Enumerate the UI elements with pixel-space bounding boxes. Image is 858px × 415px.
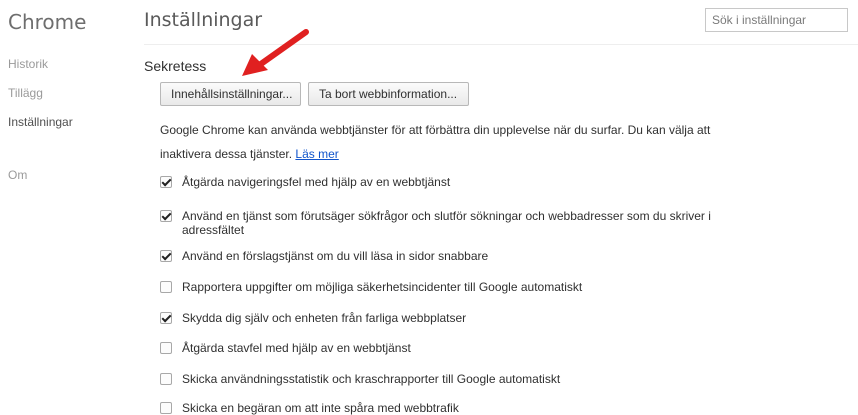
annotation-arrow-icon [242,29,309,76]
learn-more-link[interactable]: Läs mer [295,147,338,161]
privacy-description-text: Google Chrome kan använda webbtjänster f… [160,123,711,161]
option-label: Skicka användningsstatistik och kraschra… [182,372,561,386]
settings-search-box[interactable] [705,8,848,32]
option-label: Skydda dig själv och enheten från farlig… [182,311,467,325]
checkbox[interactable] [160,402,172,414]
search-input[interactable] [706,9,847,31]
content-settings-button[interactable]: Innehållsinställningar... [160,82,301,106]
checkbox[interactable] [160,342,172,354]
clear-browsing-data-button[interactable]: Ta bort webbinformation... [308,82,469,106]
option-label: Skicka en begäran om att inte spåra med … [182,401,459,415]
sidebar-item-extensions[interactable]: Tillägg [8,86,73,115]
chrome-brand-title: Chrome [8,10,87,34]
arrow-shaft [255,29,309,69]
option-search-predictions[interactable]: Använd en tjänst som förutsäger sökfrågo… [160,209,750,240]
option-label: Rapportera uppgifter om möjliga säkerhet… [182,280,583,294]
sidebar-item-settings[interactable]: Inställningar [8,115,73,144]
checkbox[interactable] [160,281,172,293]
privacy-section-title: Sekretess [144,58,207,74]
checkbox[interactable] [160,250,172,262]
checkbox[interactable] [160,312,172,324]
sidebar-item-history[interactable]: Historik [8,57,73,86]
checkbox[interactable] [160,176,172,188]
sidebar-nav: Historik Tillägg Inställningar Om [8,57,73,197]
option-label: Åtgärda stavfel med hjälp av en webbtjän… [182,341,411,355]
option-label: Åtgärda navigeringsfel med hjälp av en w… [182,175,451,189]
sidebar-item-about[interactable]: Om [8,168,73,197]
privacy-description: Google Chrome kan använda webbtjänster f… [160,118,740,166]
option-label: Använd en tjänst som förutsäger sökfrågo… [182,209,711,237]
option-label: Använd en förslagstjänst om du vill läsa… [182,249,489,263]
checkbox[interactable] [160,210,172,222]
checkbox[interactable] [160,373,172,385]
